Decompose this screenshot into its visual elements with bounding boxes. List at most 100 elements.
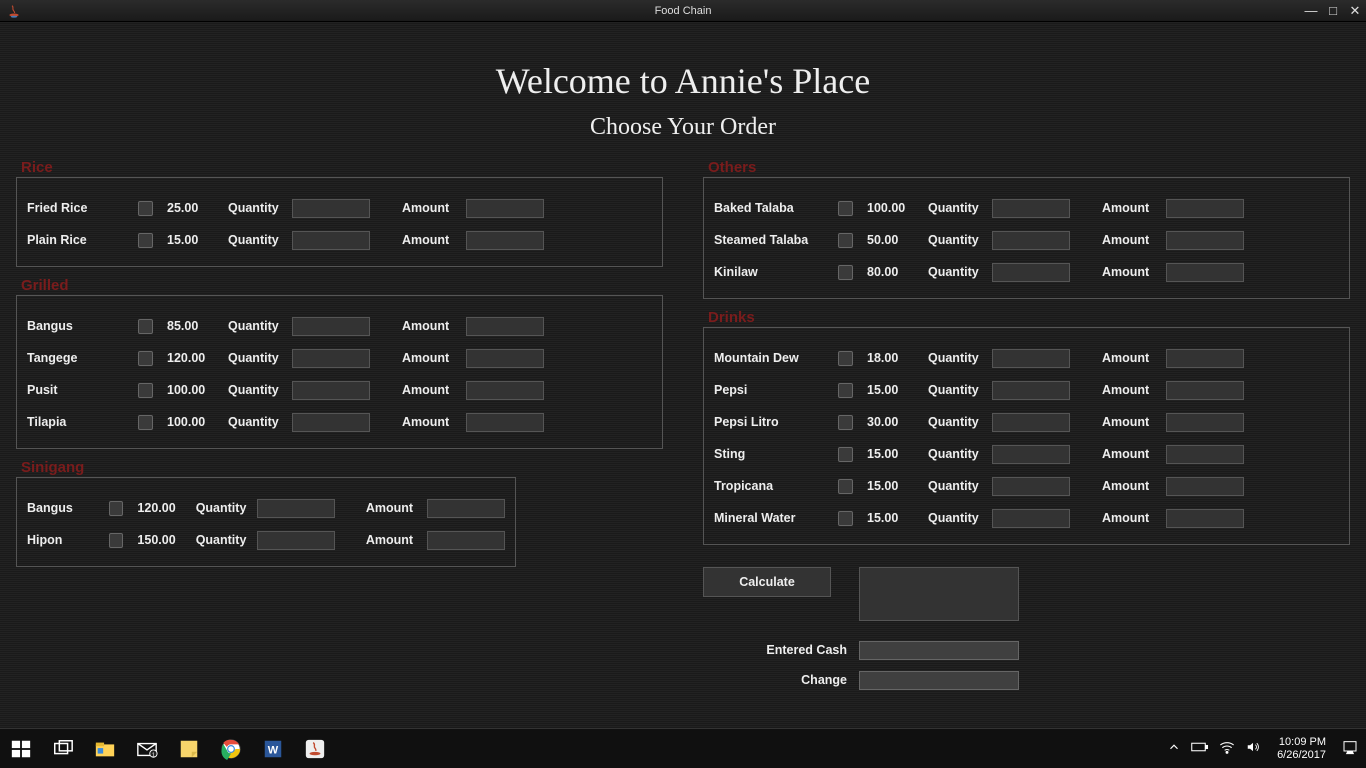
quantity-input[interactable]: [992, 477, 1070, 496]
quantity-label: Quantity: [196, 501, 251, 515]
clock[interactable]: 10:09 PM 6/26/2017: [1271, 736, 1332, 762]
item-checkbox[interactable]: [838, 201, 853, 216]
quantity-input[interactable]: [992, 199, 1070, 218]
item-checkbox[interactable]: [138, 319, 153, 334]
quantity-input[interactable]: [292, 413, 370, 432]
item-row-drinks-4: Tropicana15.00QuantityAmount: [714, 470, 1339, 502]
quantity-input[interactable]: [292, 317, 370, 336]
item-checkbox[interactable]: [838, 479, 853, 494]
item-checkbox[interactable]: [838, 233, 853, 248]
item-checkbox[interactable]: [838, 383, 853, 398]
item-name: Fried Rice: [27, 201, 132, 215]
quantity-input[interactable]: [992, 509, 1070, 528]
file-explorer-icon[interactable]: [88, 735, 122, 763]
group-sinigang: Sinigang Bangus120.00QuantityAmountHipon…: [16, 477, 516, 567]
item-checkbox[interactable]: [109, 533, 123, 548]
amount-output: [1166, 263, 1244, 282]
item-checkbox[interactable]: [838, 447, 853, 462]
item-name: Mountain Dew: [714, 351, 832, 365]
item-name: Pusit: [27, 383, 132, 397]
quantity-input[interactable]: [992, 231, 1070, 250]
quantity-input[interactable]: [292, 199, 370, 218]
item-price: 150.00: [137, 533, 189, 547]
maximize-button[interactable]: □: [1322, 3, 1344, 18]
item-name: Kinilaw: [714, 265, 832, 279]
item-name: Tropicana: [714, 479, 832, 493]
item-checkbox[interactable]: [838, 511, 853, 526]
quantity-label: Quantity: [928, 415, 986, 429]
item-checkbox[interactable]: [109, 501, 123, 516]
svg-text:1: 1: [152, 752, 155, 758]
quantity-input[interactable]: [992, 445, 1070, 464]
app-body: Welcome to Annie's Place Choose Your Ord…: [0, 22, 1366, 728]
wifi-icon[interactable]: [1219, 740, 1235, 757]
quantity-input[interactable]: [292, 381, 370, 400]
sticky-notes-icon[interactable]: [172, 735, 206, 763]
group-title-drinks: Drinks: [706, 309, 757, 326]
item-name: Hipon: [27, 533, 103, 547]
clock-time: 10:09 PM: [1277, 736, 1326, 749]
right-column: Others Baked Talaba100.00QuantityAmountS…: [703, 149, 1350, 695]
mail-icon[interactable]: 1: [130, 735, 164, 763]
window-titlebar: Food Chain — □ ✕: [0, 0, 1366, 22]
task-view-icon[interactable]: [46, 735, 80, 763]
item-price: 100.00: [167, 383, 222, 397]
clock-date: 6/26/2017: [1277, 749, 1326, 762]
entered-cash-label: Entered Cash: [703, 643, 859, 657]
word-icon[interactable]: W: [256, 735, 290, 763]
change-output: [859, 671, 1019, 690]
item-price: 15.00: [867, 479, 922, 493]
start-button[interactable]: [4, 735, 38, 763]
item-checkbox[interactable]: [838, 351, 853, 366]
volume-icon[interactable]: [1245, 740, 1261, 757]
item-checkbox[interactable]: [138, 201, 153, 216]
java-app-icon[interactable]: [298, 735, 332, 763]
quantity-label: Quantity: [228, 201, 286, 215]
amount-label: Amount: [1102, 201, 1160, 215]
amount-output: [466, 349, 544, 368]
amount-output: [466, 381, 544, 400]
chrome-icon[interactable]: [214, 735, 248, 763]
amount-output: [427, 531, 505, 550]
item-checkbox[interactable]: [138, 383, 153, 398]
svg-text:W: W: [268, 744, 279, 756]
item-price: 50.00: [867, 233, 922, 247]
amount-output: [1166, 445, 1244, 464]
item-name: Pepsi Litro: [714, 415, 832, 429]
quantity-label: Quantity: [928, 201, 986, 215]
amount-label: Amount: [402, 233, 460, 247]
amount-label: Amount: [1102, 479, 1160, 493]
entered-cash-input[interactable]: [859, 641, 1019, 660]
item-checkbox[interactable]: [138, 351, 153, 366]
item-price: 80.00: [867, 265, 922, 279]
quantity-label: Quantity: [928, 233, 986, 247]
quantity-input[interactable]: [992, 381, 1070, 400]
quantity-input[interactable]: [992, 263, 1070, 282]
quantity-input[interactable]: [257, 499, 335, 518]
item-row-grilled-1: Tangege120.00QuantityAmount: [27, 342, 652, 374]
group-title-others: Others: [706, 159, 758, 176]
quantity-input[interactable]: [257, 531, 335, 550]
calculate-button[interactable]: Calculate: [703, 567, 831, 597]
item-checkbox[interactable]: [138, 233, 153, 248]
item-price: 120.00: [167, 351, 222, 365]
quantity-input[interactable]: [292, 231, 370, 250]
item-checkbox[interactable]: [838, 415, 853, 430]
item-name: Bangus: [27, 501, 103, 515]
quantity-input[interactable]: [992, 413, 1070, 432]
item-checkbox[interactable]: [838, 265, 853, 280]
quantity-input[interactable]: [292, 349, 370, 368]
tray-expand-icon[interactable]: [1167, 740, 1181, 757]
notifications-icon[interactable]: [1342, 739, 1358, 758]
close-button[interactable]: ✕: [1344, 3, 1366, 19]
battery-icon[interactable]: [1191, 740, 1209, 757]
total-output: [859, 567, 1019, 621]
item-name: Steamed Talaba: [714, 233, 832, 247]
quantity-input[interactable]: [992, 349, 1070, 368]
amount-output: [1166, 509, 1244, 528]
group-others: Others Baked Talaba100.00QuantityAmountS…: [703, 177, 1350, 299]
item-price: 30.00: [867, 415, 922, 429]
amount-label: Amount: [366, 501, 421, 515]
item-checkbox[interactable]: [138, 415, 153, 430]
minimize-button[interactable]: —: [1300, 3, 1322, 18]
